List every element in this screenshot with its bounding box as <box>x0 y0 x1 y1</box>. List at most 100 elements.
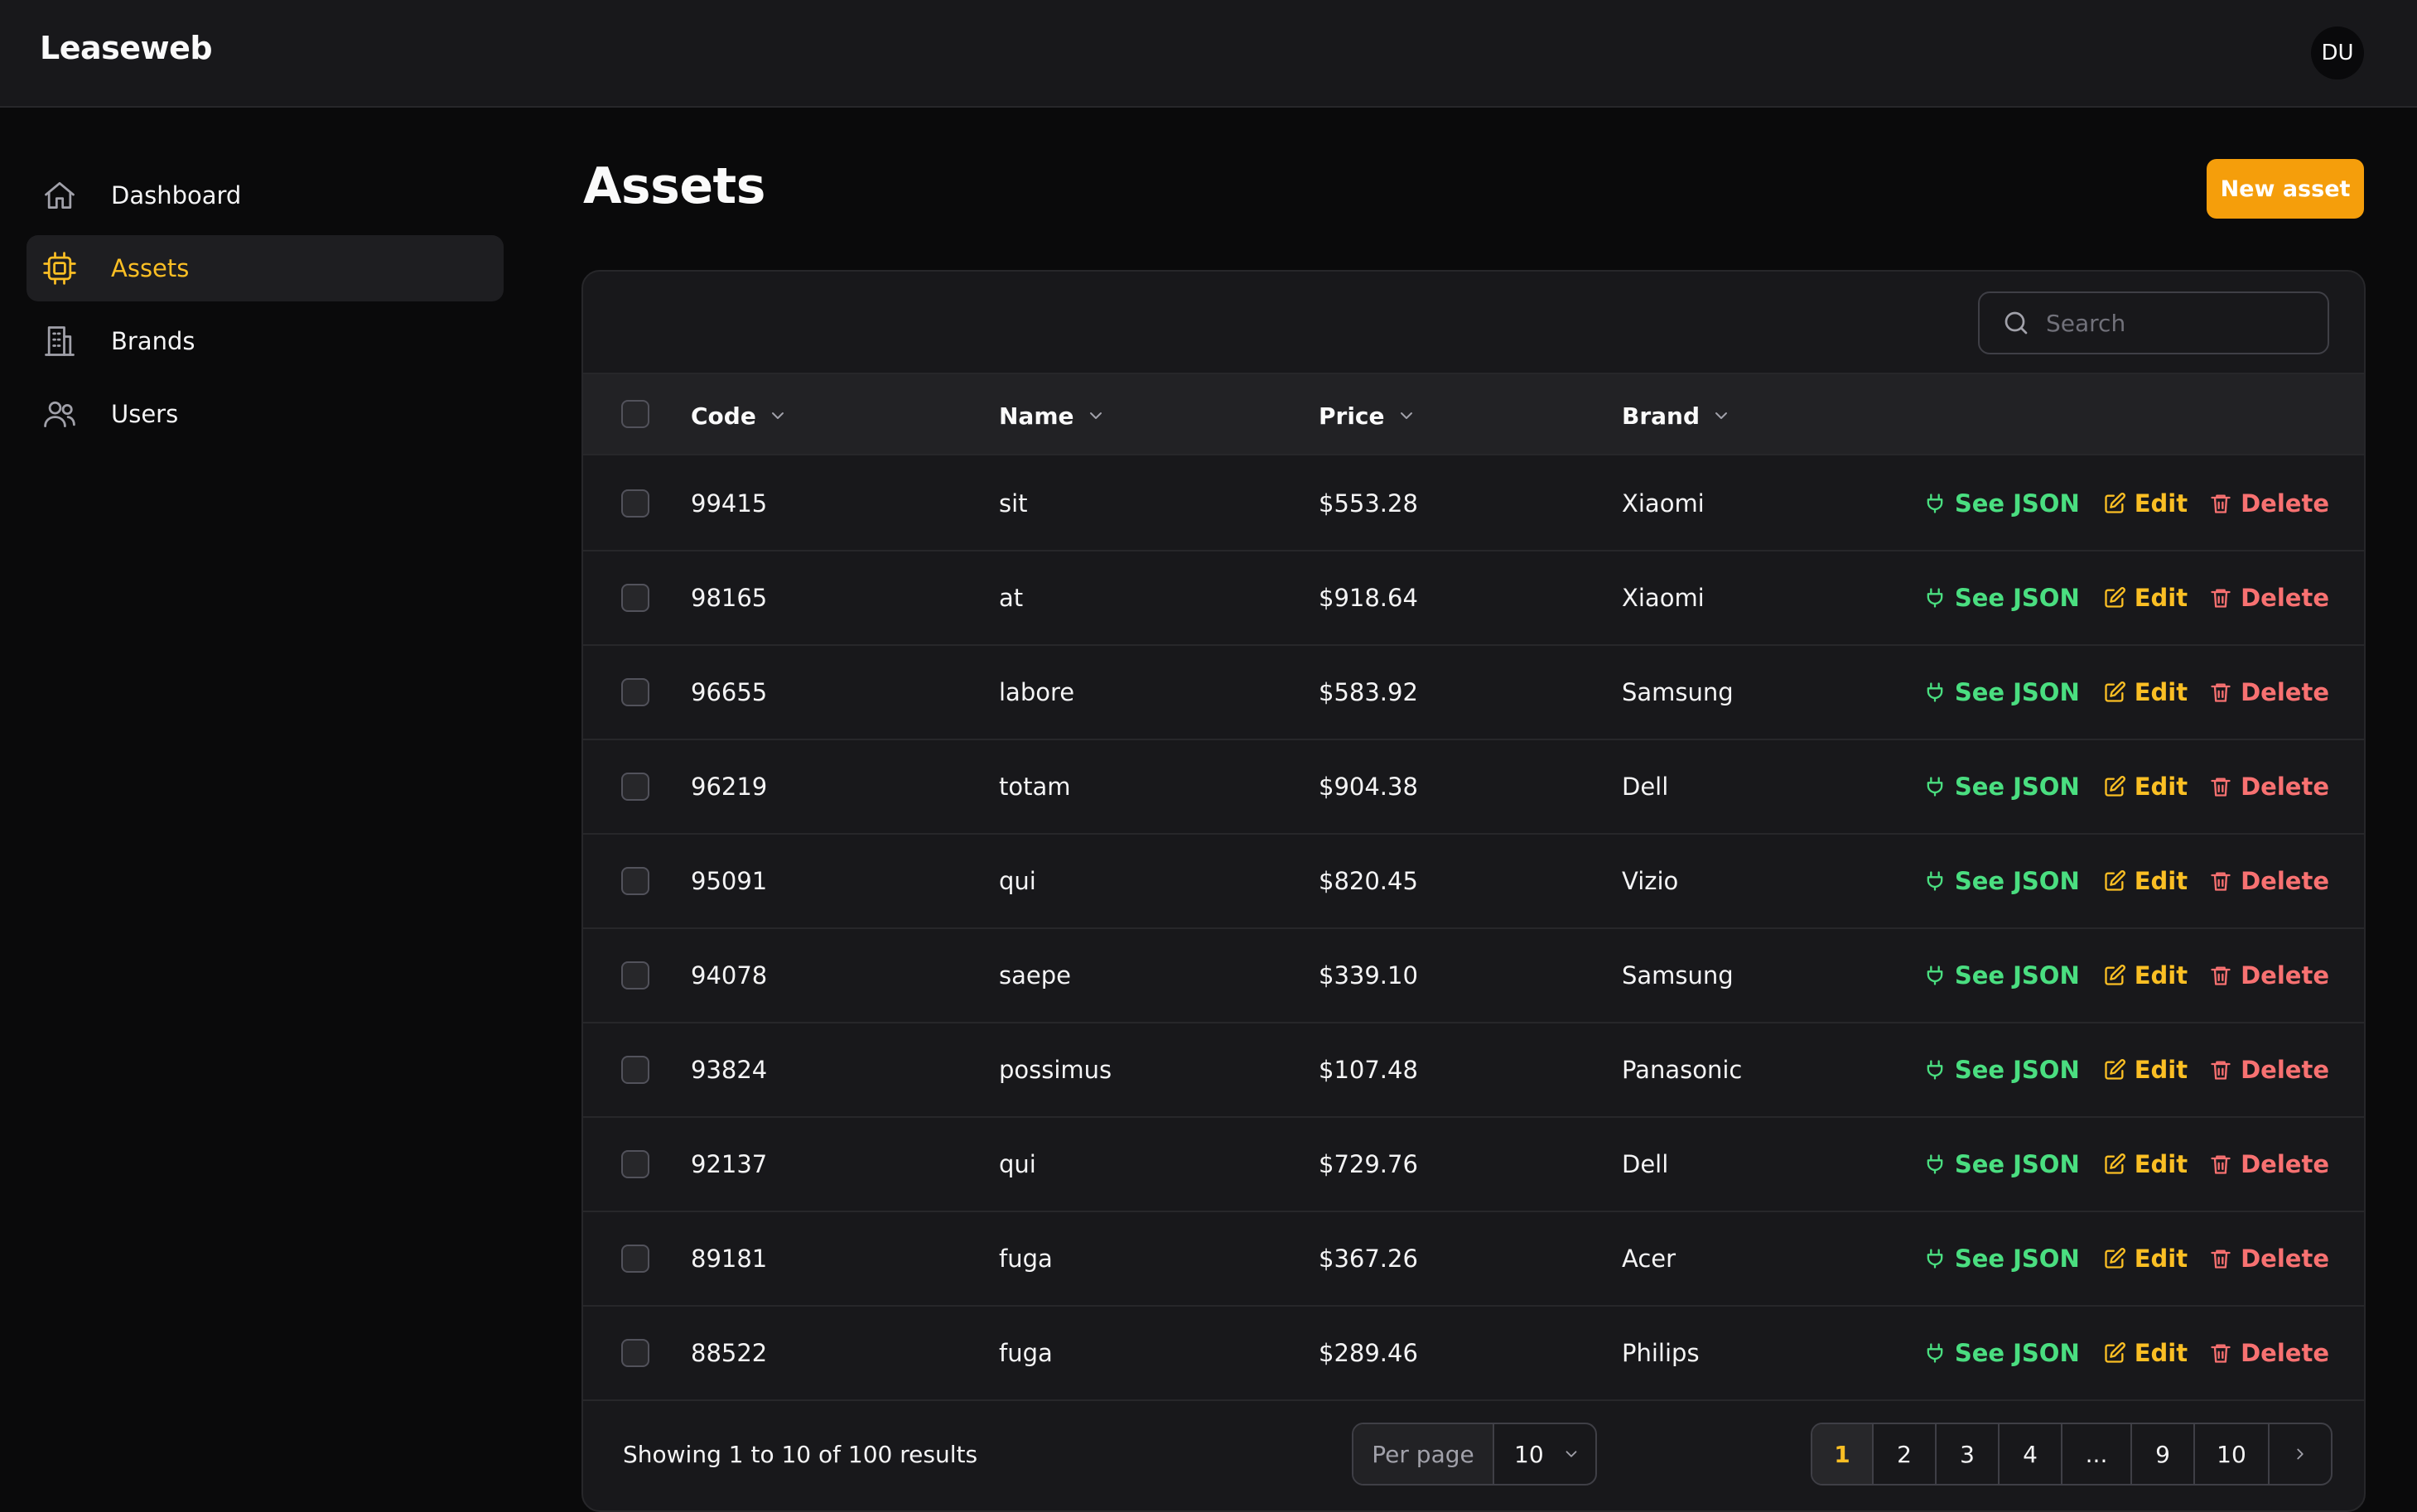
see-json-button[interactable]: See JSON <box>1923 961 2080 990</box>
page-button-1[interactable]: 1 <box>1812 1424 1874 1484</box>
page-button-4[interactable]: 4 <box>2000 1424 2062 1484</box>
delete-button[interactable]: Delete <box>2209 961 2329 990</box>
see-json-button[interactable]: See JSON <box>1923 773 2080 801</box>
delete-button[interactable]: Delete <box>2209 773 2329 801</box>
per-page-value[interactable]: 10 <box>1494 1424 1595 1484</box>
delete-button[interactable]: Delete <box>2209 584 2329 612</box>
delete-button[interactable]: Delete <box>2209 1245 2329 1273</box>
table-row: 89181 fuga $367.26 Acer See JSON Edit Delete <box>583 1212 2364 1307</box>
row-checkbox[interactable] <box>621 1056 649 1084</box>
row-checkbox[interactable] <box>621 773 649 801</box>
table-row: 95091 qui $820.45 Vizio See JSON Edit Delete <box>583 835 2364 929</box>
cell-name: fuga <box>999 1339 1053 1367</box>
assets-table-panel: Code Name Price Brand 99415 sit $553.28 Xia… <box>581 270 2366 1512</box>
next-page-button[interactable] <box>2270 1424 2331 1484</box>
row-checkbox[interactable] <box>621 1150 649 1178</box>
column-header-brand[interactable]: Brand <box>1622 374 1731 457</box>
edit-button[interactable]: Edit <box>2103 1056 2188 1084</box>
table-footer: Showing 1 to 10 of 100 results Per page … <box>583 1398 2364 1510</box>
page-title: Assets <box>583 157 765 215</box>
home-icon <box>41 177 78 214</box>
select-all-checkbox[interactable] <box>621 400 649 428</box>
row-checkbox[interactable] <box>621 867 649 895</box>
trash-icon <box>2209 964 2241 987</box>
cell-name: labore <box>999 678 1075 706</box>
edit-button[interactable]: Edit <box>2103 1339 2188 1367</box>
edit-icon <box>2103 492 2135 515</box>
cell-code: 89181 <box>691 1245 768 1273</box>
sidebar-item-dashboard[interactable]: Dashboard <box>27 162 504 229</box>
cell-code: 96219 <box>691 773 768 801</box>
table-row: 94078 saepe $339.10 Samsung See JSON Edit Dele… <box>583 929 2364 1023</box>
cell-brand: Xiaomi <box>1622 584 1705 612</box>
table-row: 92137 qui $729.76 Dell See JSON Edit Delete <box>583 1118 2364 1212</box>
delete-button[interactable]: Delete <box>2209 489 2329 518</box>
cell-brand: Acer <box>1622 1245 1676 1273</box>
see-json-button[interactable]: See JSON <box>1923 1150 2080 1178</box>
sidebar-item-users[interactable]: Users <box>27 381 504 447</box>
page-button-2[interactable]: 2 <box>1874 1424 1937 1484</box>
column-header-name[interactable]: Name <box>999 374 1106 457</box>
cell-price: $339.10 <box>1319 961 1418 990</box>
trash-icon <box>2209 1341 2241 1365</box>
plug-icon <box>1923 775 1955 798</box>
chevron-down-icon <box>1711 406 1731 426</box>
edit-icon <box>2103 586 2135 609</box>
row-actions: See JSON Edit Delete <box>1923 1307 2329 1399</box>
row-checkbox[interactable] <box>621 489 649 518</box>
edit-icon <box>2103 1153 2135 1176</box>
see-json-button[interactable]: See JSON <box>1923 1339 2080 1367</box>
column-header-code[interactable]: Code <box>691 374 788 457</box>
per-page-select[interactable]: Per page 10 <box>1352 1423 1597 1486</box>
page-button-9[interactable]: 9 <box>2132 1424 2195 1484</box>
delete-button[interactable]: Delete <box>2209 867 2329 895</box>
chevron-down-icon <box>1397 406 1416 426</box>
trash-icon <box>2209 869 2241 893</box>
see-json-button[interactable]: See JSON <box>1923 489 2080 518</box>
delete-button[interactable]: Delete <box>2209 1056 2329 1084</box>
sidebar: Dashboard Assets Brands Users <box>27 162 504 454</box>
cell-brand: Samsung <box>1622 961 1734 990</box>
building-icon <box>41 323 78 359</box>
edit-button[interactable]: Edit <box>2103 961 2188 990</box>
cell-code: 96655 <box>691 678 768 706</box>
see-json-button[interactable]: See JSON <box>1923 678 2080 706</box>
row-checkbox[interactable] <box>621 678 649 706</box>
row-checkbox[interactable] <box>621 961 649 990</box>
new-asset-button[interactable]: New asset <box>2207 159 2364 219</box>
cell-brand: Xiaomi <box>1622 489 1705 518</box>
page-button-10[interactable]: 10 <box>2195 1424 2270 1484</box>
see-json-button[interactable]: See JSON <box>1923 867 2080 895</box>
edit-button[interactable]: Edit <box>2103 678 2188 706</box>
row-checkbox[interactable] <box>621 1245 649 1273</box>
sidebar-item-label: Assets <box>111 254 190 282</box>
edit-button[interactable]: Edit <box>2103 773 2188 801</box>
row-checkbox[interactable] <box>621 1339 649 1367</box>
cell-price: $918.64 <box>1319 584 1418 612</box>
plug-icon <box>1923 964 1955 987</box>
column-header-price[interactable]: Price <box>1319 374 1416 457</box>
search-input[interactable] <box>2046 309 2311 337</box>
delete-button[interactable]: Delete <box>2209 1339 2329 1367</box>
see-json-button[interactable]: See JSON <box>1923 1056 2080 1084</box>
see-json-button[interactable]: See JSON <box>1923 1245 2080 1273</box>
row-checkbox[interactable] <box>621 584 649 612</box>
see-json-button[interactable]: See JSON <box>1923 584 2080 612</box>
sidebar-item-brands[interactable]: Brands <box>27 308 504 374</box>
trash-icon <box>2209 775 2241 798</box>
edit-button[interactable]: Edit <box>2103 584 2188 612</box>
edit-button[interactable]: Edit <box>2103 489 2188 518</box>
delete-button[interactable]: Delete <box>2209 1150 2329 1178</box>
plug-icon <box>1923 1153 1955 1176</box>
search-box[interactable] <box>1978 291 2329 354</box>
page-button-3[interactable]: 3 <box>1937 1424 2000 1484</box>
edit-button[interactable]: Edit <box>2103 1150 2188 1178</box>
cell-brand: Philips <box>1622 1339 1700 1367</box>
brand-logo[interactable]: Leaseweb <box>40 30 213 66</box>
delete-button[interactable]: Delete <box>2209 678 2329 706</box>
edit-button[interactable]: Edit <box>2103 1245 2188 1273</box>
user-avatar[interactable]: DU <box>2311 26 2364 79</box>
table-row: 99415 sit $553.28 Xiaomi See JSON Edit Delete <box>583 457 2364 551</box>
sidebar-item-assets[interactable]: Assets <box>27 235 504 301</box>
edit-button[interactable]: Edit <box>2103 867 2188 895</box>
